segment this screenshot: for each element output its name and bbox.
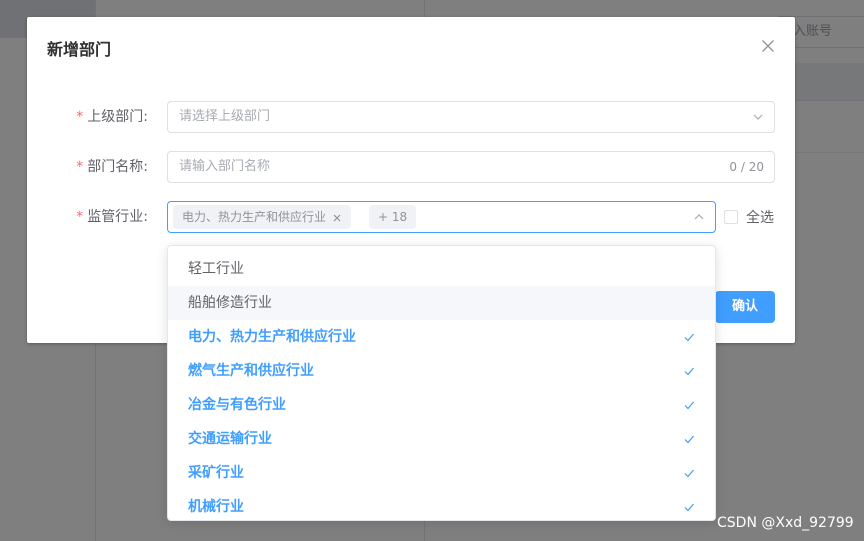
parent-dept-select[interactable]: 请选择上级部门 [167, 101, 775, 133]
tag-close-icon[interactable] [332, 213, 342, 223]
industry-option-label: 交通运输行业 [188, 431, 272, 447]
select-all-label: 全选 [746, 210, 774, 226]
industry-label: * 监管行业: [47, 201, 148, 233]
required-mark: * [76, 209, 84, 225]
chevron-up-icon [694, 214, 704, 220]
confirm-button[interactable]: 确认 [715, 291, 775, 323]
industry-option-label: 燃气生产和供应行业 [188, 363, 314, 379]
industry-option-label: 船舶修造行业 [188, 295, 272, 311]
required-mark: * [76, 159, 84, 175]
industry-label-text: 监管行业: [87, 209, 148, 225]
check-icon [684, 367, 694, 376]
checkbox-box[interactable] [724, 210, 738, 224]
char-counter: 0 / 20 [729, 160, 764, 174]
industry-option-label: 冶金与有色行业 [188, 397, 286, 413]
tag-label: 电力、热力生产和供应行业 [182, 210, 327, 224]
selected-industry-tag: 电力、热力生产和供应行业 [173, 205, 352, 229]
dept-name-label: * 部门名称: [47, 151, 148, 183]
check-icon [684, 435, 694, 444]
industry-option[interactable]: 机械行业 [168, 490, 715, 520]
dept-name-input[interactable]: 请输入部门名称 0 / 20 [167, 151, 775, 183]
industry-option[interactable]: 冶金与有色行业 [168, 388, 715, 422]
check-icon [684, 401, 694, 410]
industry-multi-select[interactable]: 电力、热力生产和供应行业 + 18 [167, 201, 716, 233]
industry-option[interactable]: 燃气生产和供应行业 [168, 354, 715, 388]
industry-option[interactable]: 轻工行业 [168, 252, 715, 286]
industry-option-label: 电力、热力生产和供应行业 [188, 329, 356, 345]
more-tags-count: + 18 [369, 205, 417, 229]
industry-option[interactable]: 采矿行业 [168, 456, 715, 490]
required-mark: * [76, 109, 84, 125]
industry-option-list: 轻工行业船舶修造行业电力、热力生产和供应行业 燃气生产和供应行业 冶金与有色行业 交通… [168, 252, 715, 520]
parent-dept-label-text: 上级部门: [87, 109, 148, 125]
close-icon [762, 40, 774, 52]
check-icon [684, 503, 694, 512]
dept-name-placeholder: 请输入部门名称 [179, 159, 271, 174]
select-all-checkbox[interactable]: 全选 [724, 201, 774, 233]
dept-name-label-text: 部门名称: [87, 159, 148, 175]
watermark: CSDN @Xxd_92799 [717, 515, 854, 531]
check-icon [684, 333, 694, 342]
industry-option-label: 机械行业 [188, 499, 244, 515]
chevron-down-icon [753, 114, 763, 120]
close-button[interactable] [761, 39, 775, 53]
industry-option-label: 采矿行业 [188, 465, 244, 481]
parent-dept-label: * 上级部门: [47, 101, 148, 133]
industry-option[interactable]: 电力、热力生产和供应行业 [168, 320, 715, 354]
industry-option[interactable]: 交通运输行业 [168, 422, 715, 456]
industry-option-label: 轻工行业 [188, 261, 244, 277]
dialog-title: 新增部门 [47, 40, 112, 59]
industry-option[interactable]: 船舶修造行业 [168, 286, 715, 320]
industry-dropdown: 轻工行业船舶修造行业电力、热力生产和供应行业 燃气生产和供应行业 冶金与有色行业 交通… [167, 245, 716, 521]
check-icon [684, 469, 694, 478]
parent-dept-placeholder: 请选择上级部门 [179, 109, 271, 124]
